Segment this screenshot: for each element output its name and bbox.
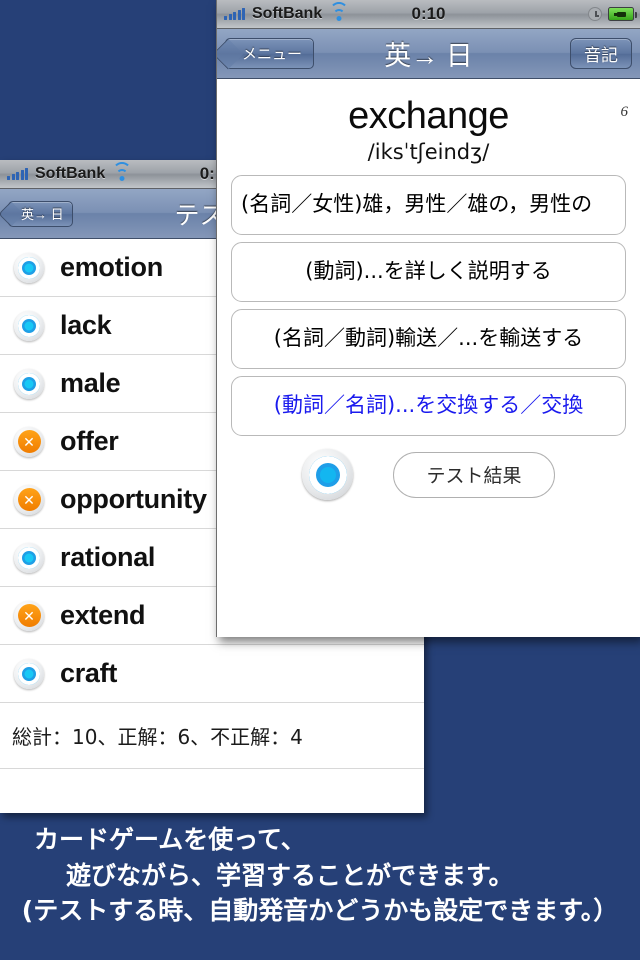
audio-play-radio-icon[interactable] bbox=[302, 449, 354, 500]
front-clock-label: 0:10 bbox=[411, 4, 446, 23]
caption-line-2: 遊びながら、学習することができます。 bbox=[66, 860, 514, 890]
headword-label: exchange bbox=[348, 95, 509, 137]
list-item-word: opportunity bbox=[60, 484, 207, 514]
phonetic-label: /iksˈtʃeindʒ/ bbox=[367, 140, 490, 164]
front-status-bar: SoftBank 0:10 bbox=[217, 0, 640, 29]
alarm-clock-icon bbox=[588, 7, 602, 21]
correct-mark-icon bbox=[14, 252, 44, 283]
test-result-button-label: テスト結果 bbox=[426, 465, 522, 487]
back-nav-back-button[interactable]: 英→ 日 bbox=[8, 200, 73, 227]
phonetic-toggle-label: 音記 bbox=[584, 46, 618, 65]
wrong-mark-icon bbox=[14, 426, 44, 457]
test-result-button[interactable]: テスト結果 bbox=[393, 451, 555, 498]
answer-choice-list: (名詞／女性)雄，男性／雄の，男性の (動詞)...を詳しく説明する (名詞／動… bbox=[231, 175, 626, 436]
flashcard-body: 6 exchange /iksˈtʃeindʒ/ (名詞／女性)雄，男性／雄の，… bbox=[217, 95, 640, 637]
list-item[interactable]: craft bbox=[0, 645, 424, 703]
test-summary-label: 総計：10、正解：6、不正解：4 bbox=[0, 703, 424, 769]
wrong-mark-icon bbox=[14, 484, 44, 515]
wrong-mark-icon bbox=[14, 600, 44, 631]
list-item-word: extend bbox=[60, 600, 146, 630]
answer-choice-1-label: (名詞／女性)雄，男性／雄の，男性の bbox=[241, 192, 593, 217]
answer-choice-4[interactable]: (動詞／名詞)...を交換する／交換 bbox=[231, 376, 626, 436]
card-counter: 6 bbox=[620, 104, 629, 120]
list-item-word: male bbox=[60, 368, 121, 398]
back-nav-back-label: 英→ 日 bbox=[21, 207, 64, 222]
menu-back-label: メニュー bbox=[242, 46, 303, 63]
caption-line-3: (テストする時、自動発音かどうかも設定できます。） bbox=[21, 896, 619, 925]
answer-choice-3[interactable]: (名詞／動詞)輸送／...を輸送する bbox=[231, 309, 626, 369]
list-item-word: craft bbox=[60, 658, 118, 688]
answer-choice-1[interactable]: (名詞／女性)雄，男性／雄の，男性の bbox=[231, 175, 626, 235]
phonetic-toggle-button[interactable]: 音記 bbox=[570, 38, 632, 69]
front-phone-window: SoftBank 0:10 メニュー 英→ 日 音記 6 exchange /i… bbox=[216, 0, 640, 637]
correct-mark-icon bbox=[14, 542, 44, 573]
caption-line-1: カードゲームを使って、 bbox=[34, 825, 306, 854]
list-item-word: lack bbox=[60, 310, 112, 340]
answer-choice-3-label: (名詞／動詞)輸送／...を輸送する bbox=[273, 326, 584, 351]
answer-choice-4-label: (動詞／名詞)...を交換する／交換 bbox=[273, 393, 584, 418]
promo-caption: カードゲームを使って、 遊びながら、学習することができます。 (テストする時、自… bbox=[0, 822, 640, 929]
front-nav-bar: メニュー 英→ 日 音記 bbox=[217, 29, 640, 79]
front-status-right bbox=[588, 0, 637, 28]
menu-back-button[interactable]: メニュー bbox=[225, 38, 315, 69]
plug-glyph bbox=[614, 10, 628, 19]
list-item-word: rational bbox=[60, 542, 156, 572]
correct-mark-icon bbox=[14, 658, 44, 689]
screenshot-root: SoftBank 0:1 英→ 日 テスト emotion lack male … bbox=[0, 0, 640, 960]
answer-choice-2-label: (動詞)...を詳しく説明する bbox=[305, 259, 552, 284]
correct-mark-icon bbox=[14, 310, 44, 341]
list-item-word: emotion bbox=[60, 252, 163, 282]
correct-mark-icon bbox=[14, 368, 44, 399]
answer-choice-2[interactable]: (動詞)...を詳しく説明する bbox=[231, 242, 626, 302]
battery-charging-icon bbox=[608, 7, 637, 21]
card-action-row: テスト結果 bbox=[217, 449, 640, 500]
list-item-word: offer bbox=[60, 426, 119, 456]
